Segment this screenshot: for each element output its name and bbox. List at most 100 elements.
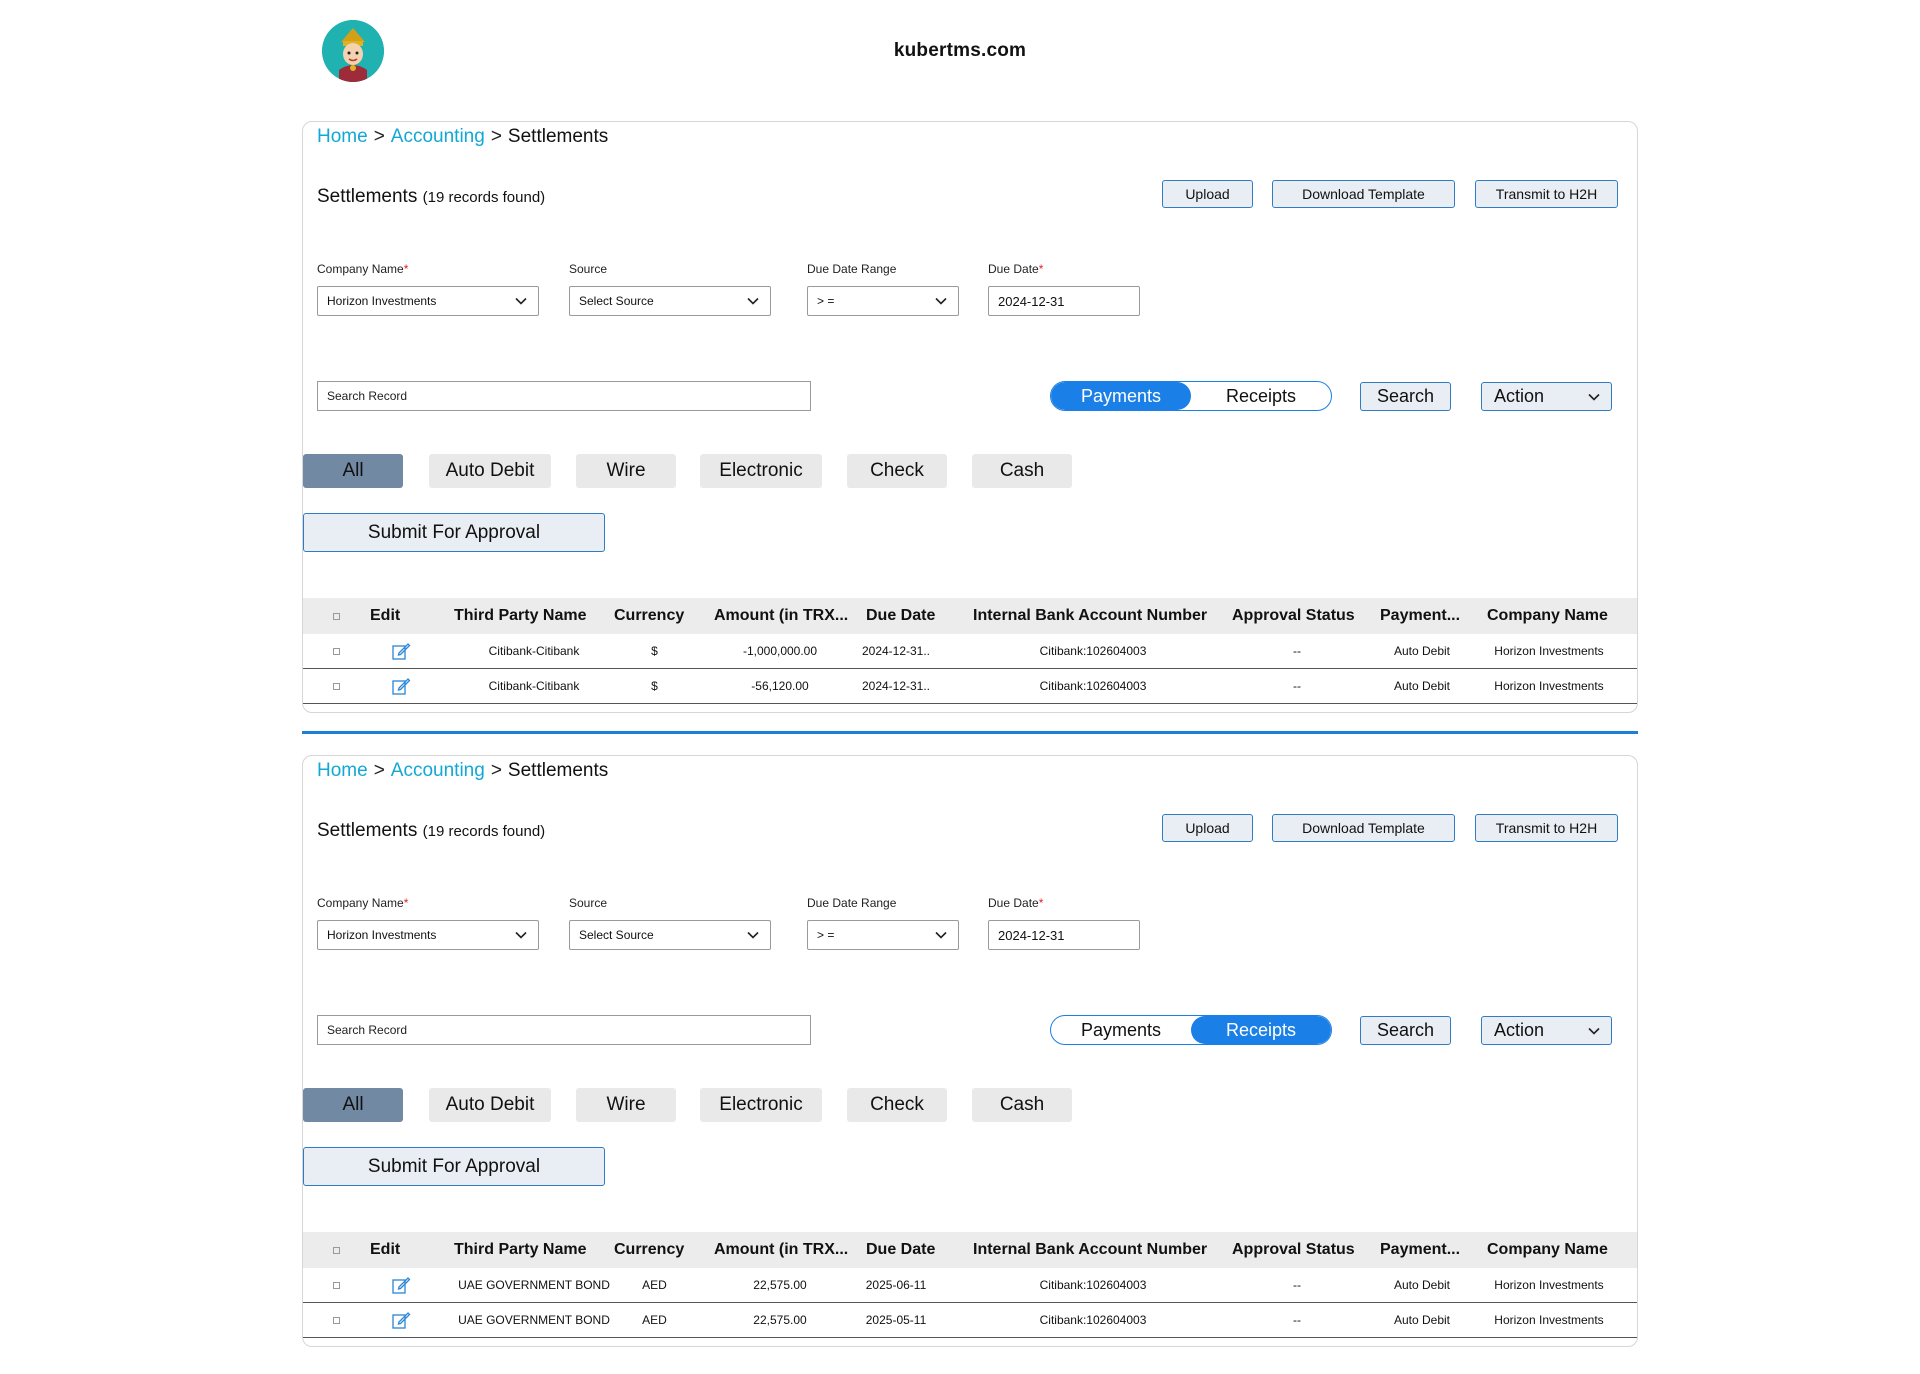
filter-all[interactable]: All [303, 454, 403, 488]
row-checkbox[interactable] [333, 1303, 340, 1337]
col-company-name: Company Name [1487, 1241, 1608, 1258]
edit-icon[interactable] [391, 669, 411, 703]
row-checkbox[interactable] [333, 1268, 340, 1302]
cell-bank-account: Citibank:102604003 [1039, 644, 1147, 658]
action-dropdown[interactable]: Action [1481, 1016, 1612, 1045]
due-date-input[interactable]: 2024-12-31 [988, 286, 1140, 316]
table-header: Edit Third Party Name Currency Amount (i… [303, 598, 1637, 634]
filter-electronic[interactable]: Electronic [700, 454, 822, 488]
filter-cash[interactable]: Cash [972, 1088, 1072, 1122]
chevron-down-icon [515, 931, 527, 939]
payments-toggle[interactable]: Payments [1051, 1016, 1191, 1044]
source-select[interactable]: Select Source [569, 920, 771, 950]
settlements-panel-payments: Home > Accounting > Settlements Settlements … [302, 121, 1638, 713]
search-record-input[interactable]: Search Record [317, 1015, 811, 1045]
col-due-date: Due Date [866, 607, 936, 624]
cell-amount: 22,575.00 [753, 1313, 807, 1327]
cell-currency: AED [642, 1313, 667, 1327]
table-body: UAE GOVERNMENT BOND AED 22,575.00 2025-0… [303, 1268, 1637, 1338]
action-label: Action [1494, 386, 1545, 406]
cell-due-date: 2025-05-11 [865, 1313, 927, 1327]
cell-amount: -56,120.00 [751, 679, 809, 693]
breadcrumb-home[interactable]: Home [317, 760, 368, 781]
breadcrumb-separator: > [373, 126, 385, 147]
payments-toggle[interactable]: Payments [1051, 382, 1191, 410]
edit-icon[interactable] [391, 1268, 411, 1302]
due-date-input[interactable]: 2024-12-31 [988, 920, 1140, 950]
breadcrumb-home[interactable]: Home [317, 126, 368, 147]
filter-cash[interactable]: Cash [972, 454, 1072, 488]
filter-check[interactable]: Check [847, 1088, 947, 1122]
select-all-checkbox[interactable] [333, 598, 340, 634]
required-mark: * [403, 896, 409, 910]
due-date-range-select[interactable]: > = [807, 920, 959, 950]
upload-button[interactable]: Upload [1162, 180, 1253, 208]
download-template-button[interactable]: Download Template [1272, 180, 1455, 208]
company-name-select[interactable]: Horizon Investments [317, 920, 539, 950]
page-title-text: Settlements [317, 820, 418, 841]
receipts-toggle[interactable]: Receipts [1191, 382, 1331, 410]
cell-approval-status: -- [1293, 1313, 1301, 1327]
due-date-label-text: Due Date [988, 896, 1039, 910]
col-payment: Payment... [1380, 607, 1461, 624]
chevron-down-icon [515, 297, 527, 305]
search-record-input[interactable]: Search Record [317, 381, 811, 411]
breadcrumb-current: Settlements [507, 126, 609, 147]
company-name-value: Horizon Investments [327, 294, 437, 308]
due-date-range-label: Due Date Range [807, 896, 897, 910]
chevron-down-icon [935, 931, 947, 939]
cell-bank-account: Citibank:102604003 [1039, 1278, 1147, 1292]
search-button[interactable]: Search [1360, 1016, 1451, 1045]
filter-check[interactable]: Check [847, 454, 947, 488]
cell-currency: $ [651, 679, 658, 693]
company-name-label: Company Name* [317, 262, 408, 276]
upload-button[interactable]: Upload [1162, 814, 1253, 842]
filter-electronic[interactable]: Electronic [700, 1088, 822, 1122]
cell-third-party-name: UAE GOVERNMENT BOND [458, 1278, 610, 1292]
select-all-checkbox[interactable] [333, 1232, 340, 1268]
receipts-toggle[interactable]: Receipts [1191, 1016, 1331, 1044]
cell-third-party-name: Citibank-Citibank [488, 679, 580, 693]
breadcrumb-separator: > [490, 760, 502, 781]
action-dropdown[interactable]: Action [1481, 382, 1612, 411]
download-template-button[interactable]: Download Template [1272, 814, 1455, 842]
cell-amount: -1,000,000.00 [742, 644, 818, 658]
settlements-panel-receipts: Home > Accounting > Settlements Settlements … [302, 755, 1638, 1347]
cell-due-date: 2025-06-11 [865, 1278, 927, 1292]
company-name-select[interactable]: Horizon Investments [317, 286, 539, 316]
source-select[interactable]: Select Source [569, 286, 771, 316]
source-value: Select Source [579, 294, 654, 308]
filter-wire[interactable]: Wire [576, 454, 676, 488]
due-date-label: Due Date* [988, 262, 1043, 276]
search-button[interactable]: Search [1360, 382, 1451, 411]
col-edit: Edit [370, 607, 401, 624]
company-name-value: Horizon Investments [327, 928, 437, 942]
cell-approval-status: -- [1293, 1278, 1301, 1292]
submit-for-approval-button[interactable]: Submit For Approval [303, 1147, 605, 1186]
breadcrumb: Home > Accounting > Settlements [317, 126, 608, 148]
transmit-h2h-button[interactable]: Transmit to H2H [1475, 814, 1618, 842]
breadcrumb-accounting[interactable]: Accounting [391, 126, 485, 147]
col-payment: Payment... [1380, 1241, 1461, 1258]
header: kubertms.com [0, 0, 1920, 110]
row-checkbox[interactable] [333, 669, 340, 703]
filter-auto-debit[interactable]: Auto Debit [429, 1088, 551, 1122]
filter-auto-debit[interactable]: Auto Debit [429, 454, 551, 488]
table-body: Citibank-Citibank $ -1,000,000.00 2024-1… [303, 634, 1637, 704]
cell-payment: Auto Debit [1393, 1313, 1451, 1327]
edit-icon[interactable] [391, 634, 411, 668]
chevron-down-icon [747, 297, 759, 305]
col-edit: Edit [370, 1241, 401, 1258]
due-date-range-select[interactable]: > = [807, 286, 959, 316]
filter-wire[interactable]: Wire [576, 1088, 676, 1122]
breadcrumb-accounting[interactable]: Accounting [391, 760, 485, 781]
transmit-h2h-button[interactable]: Transmit to H2H [1475, 180, 1618, 208]
filter-all[interactable]: All [303, 1088, 403, 1122]
edit-icon[interactable] [391, 1303, 411, 1337]
page-title: Settlements (19 records found) [317, 820, 545, 842]
submit-for-approval-button[interactable]: Submit For Approval [303, 513, 605, 552]
cell-company-name: Horizon Investments [1494, 1313, 1604, 1327]
company-name-label-text: Company Name [317, 896, 404, 910]
chevron-down-icon [1588, 393, 1600, 401]
row-checkbox[interactable] [333, 634, 340, 668]
